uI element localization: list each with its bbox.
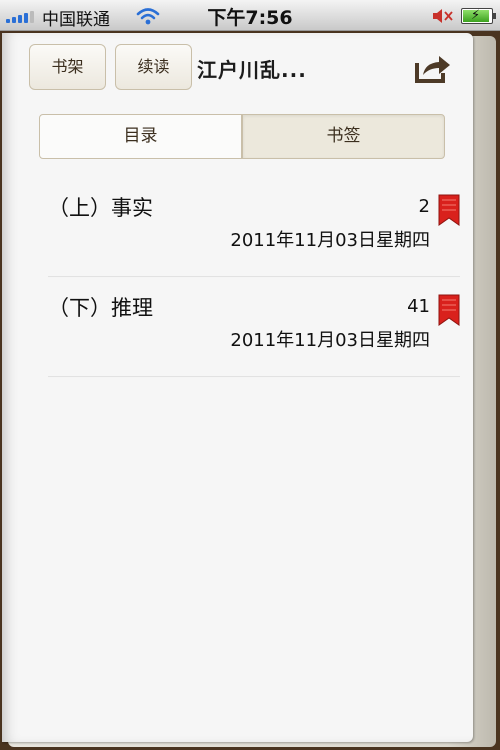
- status-bar: 中国联通 下午7:56 ⚡: [0, 0, 500, 31]
- battery-icon: ⚡: [461, 8, 496, 24]
- bookmark-page-number: 2: [418, 196, 430, 217]
- clock: 下午7:56: [207, 7, 293, 29]
- divider: [48, 376, 460, 378]
- continue-reading-button[interactable]: 续读: [115, 44, 192, 90]
- tab-bookmarks[interactable]: 书签: [242, 114, 445, 159]
- bookmark-icon: [438, 194, 460, 226]
- bookmark-icon: [438, 294, 460, 326]
- list-item[interactable]: （上）事实 2 2011年11月03日星期四: [48, 178, 460, 278]
- bookshelf-button[interactable]: 书架: [29, 44, 106, 90]
- bookmark-date: 2011年11月03日星期四: [230, 330, 430, 351]
- tab-contents[interactable]: 目录: [39, 114, 242, 159]
- list-item[interactable]: （下）推理 41 2011年11月03日星期四: [48, 278, 460, 378]
- segmented-control: 目录 书签: [39, 114, 445, 159]
- mute-icon: [433, 9, 453, 23]
- book-title: 江户川乱...: [197, 58, 307, 82]
- bookmark-title: （下）推理: [48, 296, 153, 320]
- bookmark-date: 2011年11月03日星期四: [230, 230, 430, 251]
- bookmark-page-number: 41: [407, 296, 430, 317]
- share-icon[interactable]: [413, 51, 453, 85]
- bookmark-title: （上）事实: [48, 196, 153, 220]
